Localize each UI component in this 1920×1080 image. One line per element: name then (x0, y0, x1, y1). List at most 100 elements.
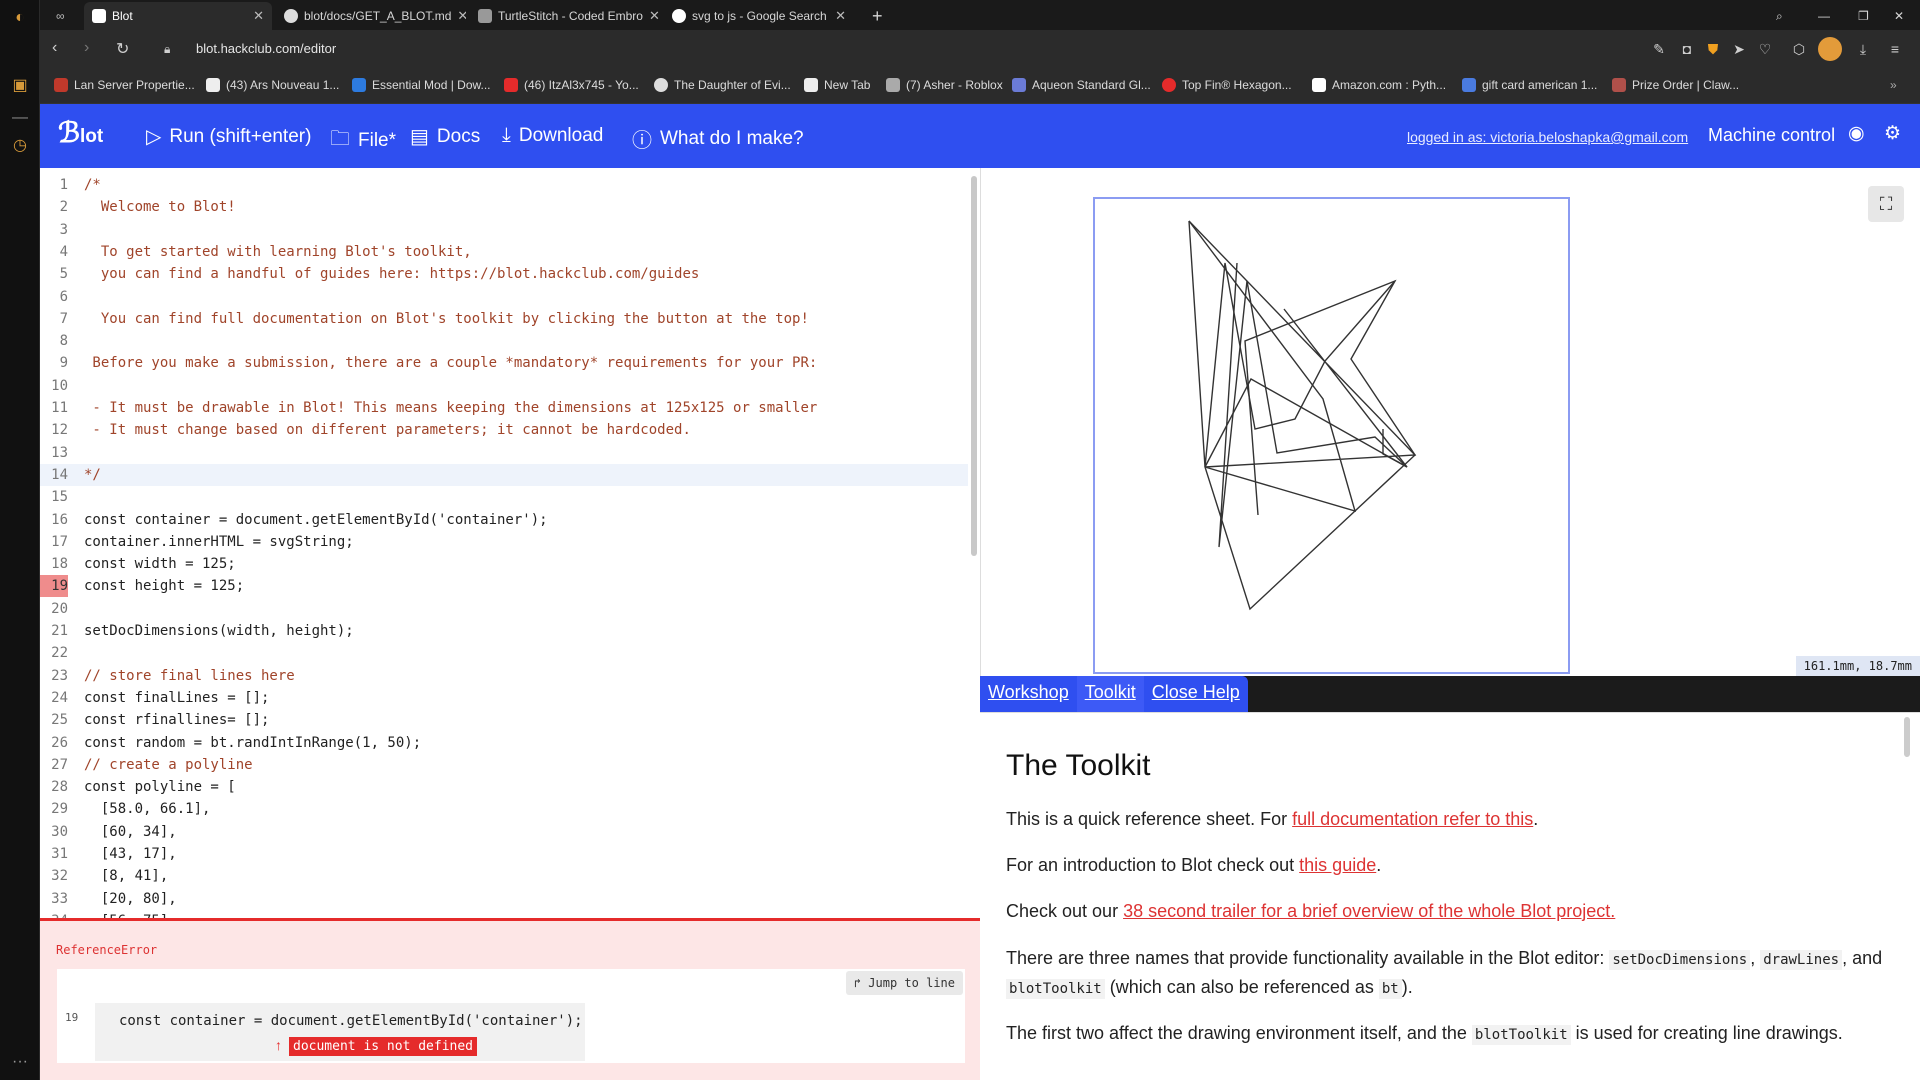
code-line[interactable]: 26 const random = bt.randIntInRange(1, 50… (40, 732, 968, 754)
code-line[interactable]: 23 // store final lines here (40, 665, 968, 687)
editor-scrollbar[interactable] (971, 176, 977, 556)
avatar[interactable] (1818, 37, 1842, 61)
code-line[interactable]: 30 [60, 34], (40, 821, 968, 843)
bookmark-item[interactable]: Lan Server Propertie... (54, 78, 195, 92)
menu-icon[interactable]: ≡ (1886, 40, 1904, 58)
code-line[interactable]: 6 (40, 286, 968, 308)
tab-toolkit[interactable]: Toolkit (1076, 676, 1144, 712)
search-tabs-icon[interactable]: ⌕ (1768, 2, 1794, 30)
send-icon[interactable]: ➤ (1730, 40, 1748, 58)
bookmark-item[interactable]: (7) Asher - Roblox (886, 78, 1003, 92)
code-line[interactable]: 15 (40, 486, 968, 508)
code-line[interactable]: 29 [58.0, 66.1], (40, 798, 968, 820)
bookmark-item[interactable]: Prize Order | Claw... (1612, 78, 1739, 92)
file-button[interactable]: 🗀︎ File* (330, 124, 396, 158)
camera-icon[interactable]: ◘ (1678, 40, 1696, 58)
code-line[interactable]: 28 const polyline = [ (40, 776, 968, 798)
bookmark-item[interactable]: gift card american 1... (1462, 78, 1597, 92)
heart-icon[interactable]: ♡ (1756, 40, 1774, 58)
code-line[interactable]: 9 Before you make a submission, there ar… (40, 352, 968, 374)
back-icon[interactable]: ‹ (52, 39, 57, 57)
more-bookmarks-icon[interactable]: » (1890, 78, 1897, 92)
shield-icon[interactable]: ⛊ (1704, 40, 1722, 58)
reload-icon[interactable]: ↻ (116, 39, 129, 59)
bookmark-item[interactable]: The Daughter of Evi... (654, 78, 791, 92)
code-line[interactable]: 12 - It must change based on different p… (40, 419, 968, 441)
code-line[interactable]: 16 const container = document.getElementB… (40, 509, 968, 531)
login-link[interactable]: logged in as: victoria.beloshapka@gmail.… (1407, 129, 1688, 145)
close-icon[interactable]: ✕ (649, 8, 660, 24)
code-line[interactable]: 14 */ (40, 463, 968, 486)
code-line[interactable]: 32 [8, 41], (40, 865, 968, 887)
github-icon[interactable]: ◉ (1848, 122, 1865, 145)
download-icon[interactable]: ⤓ (1854, 40, 1872, 58)
close-icon[interactable]: ✕ (457, 8, 466, 24)
code-line[interactable]: 3 (40, 219, 968, 241)
browser-logo-icon[interactable]: ◐ (10, 8, 30, 28)
full-docs-link[interactable]: full documentation refer to this (1292, 809, 1533, 829)
forward-icon[interactable]: › (84, 39, 89, 57)
code-line[interactable]: 11 - It must be drawable in Blot! This m… (40, 397, 968, 419)
blot-logo[interactable]: ℬlot (58, 116, 103, 149)
code-line[interactable]: 24 const finalLines = []; (40, 687, 968, 709)
wallet-icon[interactable]: ▣ (10, 76, 30, 96)
code-line[interactable]: 25 const rfinallines= []; (40, 709, 968, 731)
bookmark-item[interactable]: Top Fin® Hexagon... (1162, 78, 1292, 92)
code-line[interactable]: 2 Welcome to Blot! (40, 196, 968, 218)
code-line[interactable]: 27 // create a polyline (40, 754, 968, 776)
code-line[interactable]: 10 (40, 375, 968, 397)
new-tab-button[interactable]: + (864, 2, 892, 30)
window-close-icon[interactable]: ✕ (1886, 2, 1912, 30)
fit-view-button[interactable]: ⛶ (1868, 186, 1904, 222)
code-line[interactable]: 8 (40, 330, 968, 352)
drawing-canvas[interactable] (1093, 197, 1570, 674)
more-icon[interactable]: ··· (10, 1052, 30, 1072)
code-line[interactable]: 5 you can find a handful of guides here:… (40, 263, 968, 285)
tab-blot[interactable]: Blot ✕ (84, 2, 272, 30)
download-button[interactable]: ⤓ Download (502, 124, 603, 147)
bookmark-item[interactable]: Amazon.com : Pyth... (1312, 78, 1446, 92)
bookmark-item[interactable]: Essential Mod | Dow... (352, 78, 491, 92)
history-icon[interactable]: ◷ (10, 136, 30, 156)
close-icon[interactable]: ✕ (253, 8, 264, 24)
code-line[interactable]: 20 (40, 598, 968, 620)
code-line[interactable]: 22 (40, 642, 968, 664)
trailer-link[interactable]: 38 second trailer for a brief overview o… (1123, 901, 1615, 921)
tab-close-help[interactable]: Close Help (1144, 676, 1248, 712)
code-line[interactable]: 17 container.innerHTML = svgString; (40, 531, 968, 553)
tab-turtlestitch[interactable]: TurtleStitch - Coded Embro ✕ (470, 2, 660, 30)
machine-control-button[interactable]: Machine control (1708, 125, 1835, 146)
gear-icon[interactable]: ⚙ (1884, 122, 1901, 145)
url-input[interactable]: blot.hackclub.com/editor (196, 41, 336, 56)
docs-button[interactable]: ▤ Docs (410, 124, 480, 149)
tab-google[interactable]: svg to js - Google Search ✕ (664, 2, 854, 30)
help-scrollbar[interactable] (1904, 717, 1910, 757)
cube-icon[interactable]: ⬡ (1790, 40, 1808, 58)
code-line[interactable]: 31 [43, 17], (40, 843, 968, 865)
code-line[interactable]: 18 const width = 125; (40, 553, 968, 575)
code-line[interactable]: 4 To get started with learning Blot's to… (40, 241, 968, 263)
close-icon[interactable]: ✕ (835, 8, 846, 24)
code-line[interactable]: 19 const height = 125; (40, 575, 968, 598)
bookmark-item[interactable]: New Tab (804, 78, 870, 92)
code-line[interactable]: 13 (40, 442, 968, 464)
bookmark-item[interactable]: (46) ItzAl3x745 - Yo... (504, 78, 639, 92)
code-line[interactable]: 21 setDocDimensions(width, height); (40, 620, 968, 642)
run-button[interactable]: ▷ Run (shift+enter) (146, 124, 311, 149)
tab-github[interactable]: blot/docs/GET_A_BLOT.md ✕ (276, 2, 466, 30)
edit-icon[interactable]: ✎ (1650, 40, 1668, 58)
lock-icon[interactable]: 🔒︎ (164, 42, 170, 57)
what-do-i-make-button[interactable]: ⓘ What do I make? (632, 124, 804, 153)
restore-icon[interactable]: ❐ (1850, 2, 1876, 30)
tab-workshop[interactable]: Workshop (980, 676, 1077, 712)
bookmark-item[interactable]: (43) Ars Nouveau 1... (206, 78, 339, 92)
code-line[interactable]: 1 /* (40, 174, 968, 196)
guide-link[interactable]: this guide (1299, 855, 1376, 875)
minimize-icon[interactable]: — (1810, 2, 1836, 30)
code-line[interactable]: 33 [20, 80], (40, 888, 968, 910)
code-editor[interactable]: 1/* 2 Welcome to Blot! 3 4 To get started w… (40, 168, 980, 918)
tab-overview-icon[interactable]: ∞ (48, 2, 80, 30)
code-line[interactable]: 7 You can find full documentation on Blo… (40, 308, 968, 330)
jump-to-line-button[interactable]: ↱ Jump to line (845, 971, 963, 995)
bookmark-item[interactable]: Aqueon Standard Gl... (1012, 78, 1151, 92)
